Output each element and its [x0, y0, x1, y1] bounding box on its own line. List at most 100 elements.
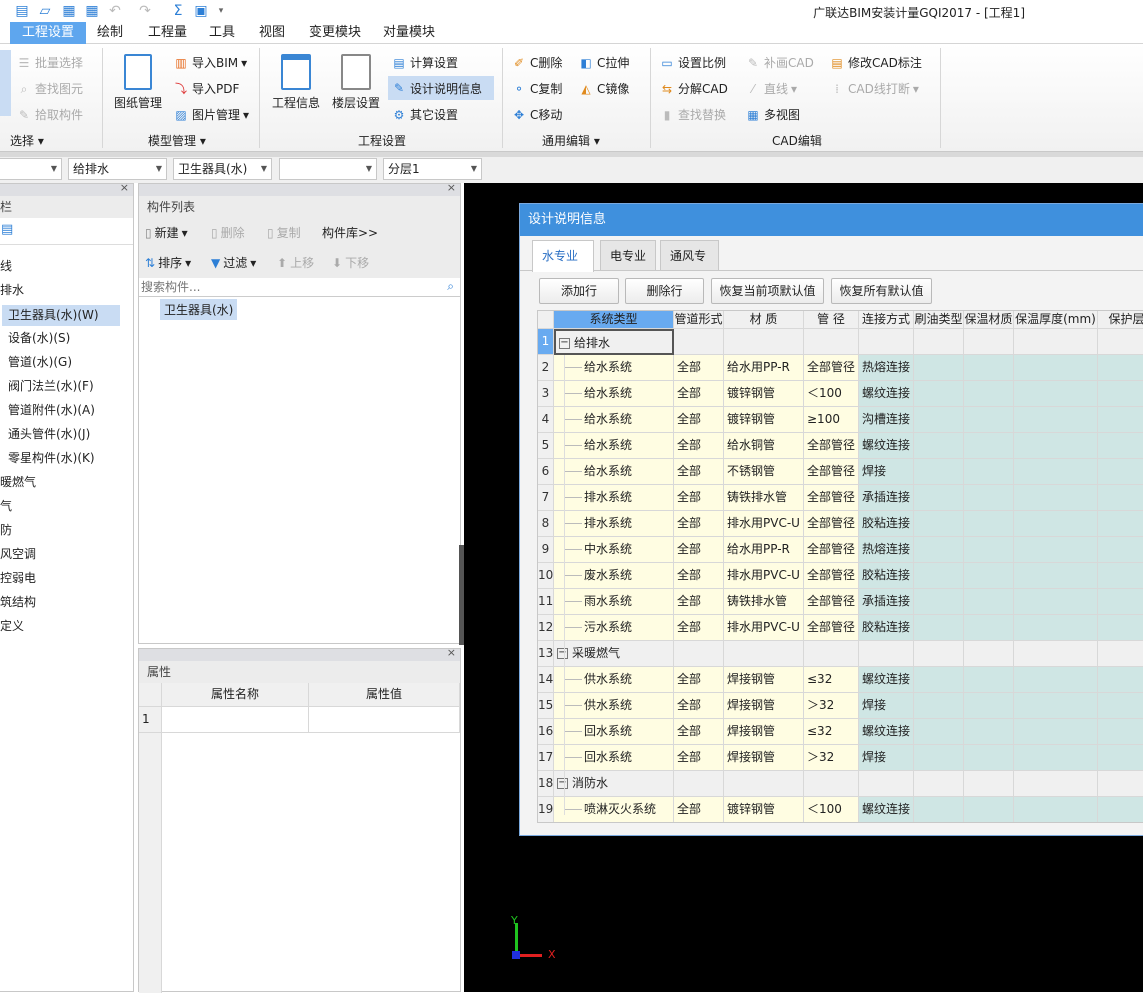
grid-cell[interactable]: 螺纹连接: [859, 667, 914, 693]
c-mirror-button[interactable]: ◭ C镜像: [578, 80, 629, 97]
grid-cell[interactable]: [804, 329, 859, 355]
grid-cell[interactable]: [914, 615, 964, 641]
grid-cell[interactable]: [1098, 667, 1143, 693]
batch-select-button[interactable]: ☰ 批量选择: [16, 54, 83, 71]
save-icon[interactable]: ▣: [193, 3, 209, 19]
grid-cell[interactable]: [674, 329, 724, 355]
filter-button[interactable]: ▼ 过滤 ▾: [211, 254, 256, 271]
system-type-cell[interactable]: 给水系统: [554, 355, 674, 381]
grid-cell[interactable]: 给水铜管: [724, 433, 804, 459]
tab-tools[interactable]: 工具: [197, 22, 247, 44]
component-type-dropdown[interactable]: 卫生器具(水) ▼: [173, 158, 272, 180]
grid-cell[interactable]: 螺纹连接: [859, 433, 914, 459]
system-type-cell[interactable]: 排水系统: [554, 485, 674, 511]
column-header[interactable]: 管 径: [804, 311, 859, 329]
column-header[interactable]: 材 质: [724, 311, 804, 329]
grid-cell[interactable]: 螺纹连接: [859, 381, 914, 407]
grid-cell[interactable]: ＜100: [804, 797, 859, 822]
restore-all-defaults-button[interactable]: 恢复所有默认值: [831, 278, 932, 304]
grid-cell[interactable]: 全部: [674, 537, 724, 563]
sort-button[interactable]: ⇅ 排序 ▾: [145, 254, 191, 271]
grid-cell[interactable]: 全部: [674, 797, 724, 822]
grid-cell[interactable]: 镀锌钢管: [724, 381, 804, 407]
grid-cell[interactable]: [914, 797, 964, 822]
grid-cell[interactable]: 给水用PP-R: [724, 537, 804, 563]
column-header[interactable]: 保温材质: [964, 311, 1014, 329]
grid-cell[interactable]: [1014, 667, 1098, 693]
discipline-dropdown[interactable]: 给排水 ▼: [68, 158, 167, 180]
grid-cell[interactable]: [914, 381, 964, 407]
grid-cell[interactable]: 全部管径: [804, 537, 859, 563]
grid-cell[interactable]: [914, 693, 964, 719]
grid-cell[interactable]: 全部: [674, 589, 724, 615]
grid-cell[interactable]: [914, 563, 964, 589]
grid-cell[interactable]: [1098, 329, 1143, 355]
grid-cell[interactable]: [914, 485, 964, 511]
group-label-edit[interactable]: 通用编辑 ▾: [542, 132, 600, 149]
copy-button[interactable]: ▯ 复制: [267, 224, 301, 241]
grid-cell[interactable]: [914, 433, 964, 459]
property-value-cell[interactable]: [309, 707, 460, 733]
nav-item[interactable]: 管道(水)(G): [2, 353, 72, 370]
gql-export-icon[interactable]: ▦: [61, 3, 77, 19]
grid-cell[interactable]: 焊接钢管: [724, 745, 804, 771]
c-move-button[interactable]: ✥ C移动: [511, 106, 562, 123]
system-type-cell[interactable]: 废水系统: [554, 563, 674, 589]
grid-cell[interactable]: [914, 719, 964, 745]
grid-cell[interactable]: 铸铁排水管: [724, 485, 804, 511]
grid-cell[interactable]: 热熔连接: [859, 355, 914, 381]
grid-cell[interactable]: [1098, 563, 1143, 589]
grid-cell[interactable]: [964, 563, 1014, 589]
grid-cell[interactable]: [724, 329, 804, 355]
grid-cell[interactable]: [964, 641, 1014, 667]
grid-cell[interactable]: 胶粘连接: [859, 563, 914, 589]
tab-water[interactable]: 水专业: [532, 240, 594, 272]
grid-cell[interactable]: 全部: [674, 433, 724, 459]
nav-item[interactable]: 排水: [0, 281, 24, 298]
find-replace-button[interactable]: ▮ 查找替换: [659, 106, 726, 123]
grid-cell[interactable]: 全部: [674, 511, 724, 537]
grid-cell[interactable]: 热熔连接: [859, 537, 914, 563]
grid-cell[interactable]: 全部: [674, 667, 724, 693]
grid-cell[interactable]: 全部管径: [804, 511, 859, 537]
grid-cell[interactable]: 排水用PVC-U: [724, 563, 804, 589]
grid-cell[interactable]: [964, 329, 1014, 355]
collapse-icon[interactable]: −: [557, 778, 568, 789]
grid-cell[interactable]: ＜100: [804, 381, 859, 407]
grid-cell[interactable]: [964, 459, 1014, 485]
grid-cell[interactable]: [1098, 641, 1143, 667]
new-button[interactable]: ▯ 新建 ▾: [145, 224, 188, 241]
grid-cell[interactable]: 全部: [674, 355, 724, 381]
search-input[interactable]: [139, 278, 460, 297]
grid-cell[interactable]: [1098, 407, 1143, 433]
cad-line-break-button[interactable]: ⁞ CAD线打断 ▾: [829, 80, 919, 97]
nav-item[interactable]: 卫生器具(水)(W): [2, 305, 120, 326]
grid-cell[interactable]: 焊接: [859, 459, 914, 485]
pick-component-button[interactable]: ✎ 拾取构件: [16, 106, 83, 123]
column-header[interactable]: 连接方式: [859, 311, 914, 329]
grid-cell[interactable]: [724, 641, 804, 667]
grid-cell[interactable]: [1098, 589, 1143, 615]
grid-cell[interactable]: [1014, 329, 1098, 355]
grid-cell[interactable]: [724, 771, 804, 797]
grid-cell[interactable]: [1014, 771, 1098, 797]
group-row-cell[interactable]: − 采暖燃气: [554, 641, 674, 667]
tab-electrical[interactable]: 电专业: [600, 240, 656, 270]
nav-item[interactable]: 防: [0, 521, 12, 538]
floor-settings-button[interactable]: 楼层设置: [330, 54, 382, 111]
grid-cell[interactable]: [914, 667, 964, 693]
grid-cell[interactable]: [914, 537, 964, 563]
drawing-management-button[interactable]: 图纸管理: [112, 54, 164, 111]
nav-item[interactable]: 通头管件(水)(J): [2, 425, 90, 442]
grid-cell[interactable]: [914, 459, 964, 485]
grid-cell[interactable]: [1098, 797, 1143, 822]
grid-cell[interactable]: [964, 693, 1014, 719]
explode-cad-button[interactable]: ⇆ 分解CAD: [659, 80, 728, 97]
grid-cell[interactable]: [1098, 745, 1143, 771]
grid-cell[interactable]: [914, 511, 964, 537]
grid-cell[interactable]: [674, 641, 724, 667]
other-settings-button[interactable]: ⚙ 其它设置: [391, 106, 458, 123]
grid-cell[interactable]: 沟槽连接: [859, 407, 914, 433]
grid-cell[interactable]: [674, 771, 724, 797]
grid-cell[interactable]: [1014, 745, 1098, 771]
